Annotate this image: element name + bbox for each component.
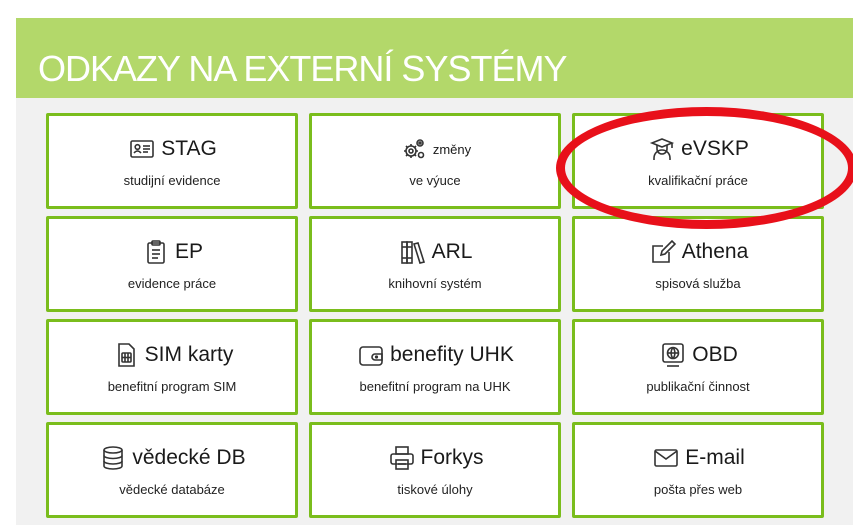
tile-subtitle: publikační činnost: [646, 379, 750, 394]
tile-label: SIM karty: [144, 343, 234, 366]
tile-label: ARL: [431, 240, 473, 263]
tile-evskp[interactable]: eVSKP kvalifikační práce: [572, 113, 824, 209]
tile-stag[interactable]: STAG studijní evidence: [46, 113, 298, 209]
tile-benefity-uhk[interactable]: benefity UHK benefitní program na UHK: [309, 319, 561, 415]
graduate-icon: [647, 134, 677, 164]
tile-subtitle: pošta přes web: [653, 482, 743, 497]
tile-subtitle: ve výuce: [409, 173, 461, 188]
envelope-icon: [651, 443, 681, 473]
tile-subtitle: benefitní program SIM: [107, 379, 237, 394]
tile-label: vědecké DB: [132, 446, 246, 469]
tile-vedecke-db[interactable]: vědecké DB vědecké databáze: [46, 422, 298, 518]
tile-label: STAG: [161, 137, 217, 160]
tile-forkys[interactable]: Forkys tiskové úlohy: [309, 422, 561, 518]
tile-label: Athena: [681, 240, 749, 263]
tile-subtitle: vědecké databáze: [119, 482, 225, 497]
tile-arl[interactable]: ARL knihovní systém: [309, 216, 561, 312]
tile-label: změny: [432, 141, 472, 157]
tile-email[interactable]: E-mail pošta přes web: [572, 422, 824, 518]
tile-subtitle: evidence práce: [127, 276, 217, 291]
tile-label: E-mail: [685, 446, 745, 469]
database-icon: [98, 443, 128, 473]
wallet-icon: [356, 340, 386, 370]
tile-label: eVSKP: [681, 137, 749, 160]
tile-ep[interactable]: EP evidence práce: [46, 216, 298, 312]
gears-icon: [399, 134, 429, 164]
panel-header: ODKAZY NA EXTERNÍ SYSTÉMY: [16, 18, 853, 98]
tile-subtitle: studijní evidence: [123, 173, 221, 188]
tile-label: benefity UHK: [390, 343, 514, 366]
tile-subtitle: kvalifikační práce: [648, 173, 748, 188]
tile-obd[interactable]: OBD publikační činnost: [572, 319, 824, 415]
tile-athena[interactable]: Athena spisová služba: [572, 216, 824, 312]
tile-sim-karty[interactable]: SIM karty benefitní program SIM: [46, 319, 298, 415]
tile-subtitle: knihovní systém: [388, 276, 482, 291]
books-icon: [398, 237, 428, 267]
printer-icon: [387, 443, 417, 473]
tile-label: Forkys: [420, 446, 484, 469]
id-card-icon: [127, 134, 157, 164]
tile-subtitle: spisová služba: [655, 276, 741, 291]
clipboard-icon: [141, 237, 171, 267]
tile-zmeny[interactable]: změny ve výuce: [309, 113, 561, 209]
tile-subtitle: benefitní program na UHK: [359, 379, 511, 394]
sim-card-icon: [111, 340, 141, 370]
tile-label: OBD: [692, 343, 738, 366]
tile-label: EP: [174, 240, 203, 263]
globe-screen-icon: [658, 340, 688, 370]
tile-subtitle: tiskové úlohy: [397, 482, 473, 497]
panel-title: ODKAZY NA EXTERNÍ SYSTÉMY: [38, 48, 567, 89]
edit-icon: [648, 237, 678, 267]
